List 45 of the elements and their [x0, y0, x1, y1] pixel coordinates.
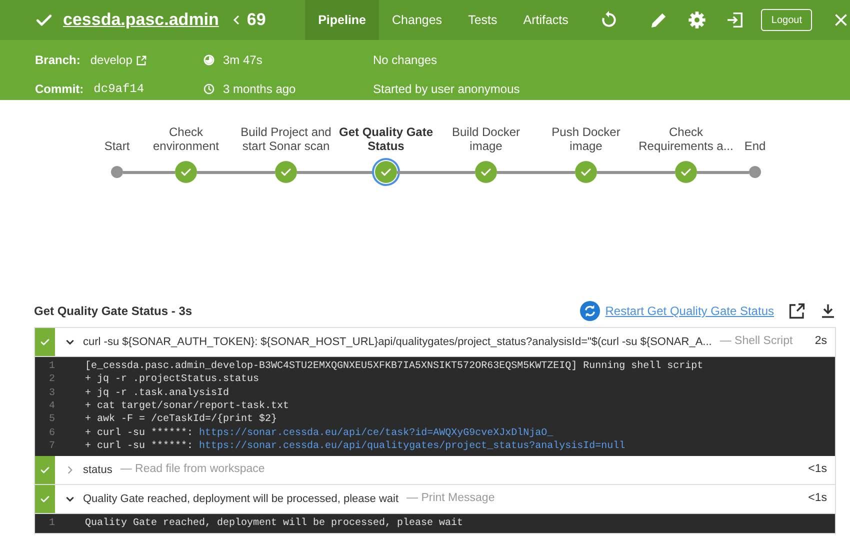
step-title[interactable]: status: [83, 462, 112, 478]
step-type: — Read file from workspace: [120, 462, 265, 478]
step-type: — Print Message: [406, 491, 495, 506]
log-line: [e_cessda.pasc.admin_develop-B3WC4STU2EMXQGNXEU5XFKB7IA5XNSIKT572OR63EQSM5KWTZEIQ] Running shell script: [85, 360, 704, 374]
stage-title: Get Quality Gate Status - 3s: [34, 303, 192, 320]
run-number: 69: [246, 9, 266, 32]
stage-label[interactable]: Check environment: [136, 123, 236, 153]
log-link[interactable]: https://sonar.cessda.eu/api/qualitygates/project_status?analysisId=null: [199, 440, 626, 452]
line-number: 1: [48, 517, 56, 532]
log-line: + jq -r .projectStatus.status: [85, 372, 260, 388]
log-line: Quality Gate reached, deployment will be processed, please wait: [85, 516, 464, 532]
stage-label[interactable]: Check Requirements a...: [636, 123, 736, 153]
log-line: + curl -su ******: https://sonar.cessda.eu/api/qualitygates/project_status?analysisId=null: [85, 440, 626, 454]
line-number: 3: [48, 386, 56, 401]
start-time: 3 months ago: [223, 80, 296, 98]
log-link[interactable]: https://sonar.cessda.eu/api/ce/task?id=AWQXyG9cveXJxDlNjaO_: [199, 428, 554, 439]
duration: 3m 47s: [223, 52, 262, 70]
log-line: + awk -F = /ceTaskId=/{print $2}: [85, 412, 278, 428]
commit-hash: dc9af14: [94, 80, 144, 98]
line-number: 5: [48, 413, 56, 428]
stage-label[interactable]: Start: [104, 123, 130, 153]
field-label: Branch:: [35, 52, 80, 70]
field-label: Commit:: [35, 80, 84, 98]
step-title[interactable]: Quality Gate reached, deployment will be processed, please wait: [83, 490, 399, 508]
changes-text: No changes: [373, 52, 438, 70]
stage-label[interactable]: Build Docker image: [436, 123, 536, 153]
step-duration: <1s: [808, 491, 827, 506]
tab[interactable]: Pipeline: [305, 0, 380, 40]
line-number: 6: [48, 426, 56, 441]
line-number: 1: [48, 360, 56, 374]
log-line: + cat target/sonar/report-task.txt: [85, 400, 290, 414]
line-number: 7: [48, 440, 56, 454]
stage-label[interactable]: End: [744, 123, 766, 153]
line-number: 2: [48, 373, 56, 388]
step-duration: 2s: [814, 334, 827, 350]
log-line: + jq -r .task.analysisId: [85, 386, 230, 400]
stage-label[interactable]: Build Project and start Sonar scan: [236, 123, 336, 153]
stage-label[interactable]: Get Quality Gate Status: [336, 123, 436, 153]
stage-label[interactable]: Push Docker image: [536, 123, 636, 153]
step-title[interactable]: curl -su ${SONAR_AUTH_TOKEN}: ${SONAR_HOST_URL}api/qualitygates/project_status?analysisId="$(curl -su ${SONAR_A...: [83, 334, 712, 350]
log-line: + curl -su ******: https://sonar.cessda.eu/api/ce/task?id=AWQXyG9cveXJxDlNjaO_: [85, 426, 554, 440]
cause-text: Started by user anonymous: [373, 80, 521, 98]
line-number: 4: [48, 400, 56, 414]
step-duration: <1s: [808, 462, 827, 478]
step-type: — Shell Script: [720, 334, 793, 350]
